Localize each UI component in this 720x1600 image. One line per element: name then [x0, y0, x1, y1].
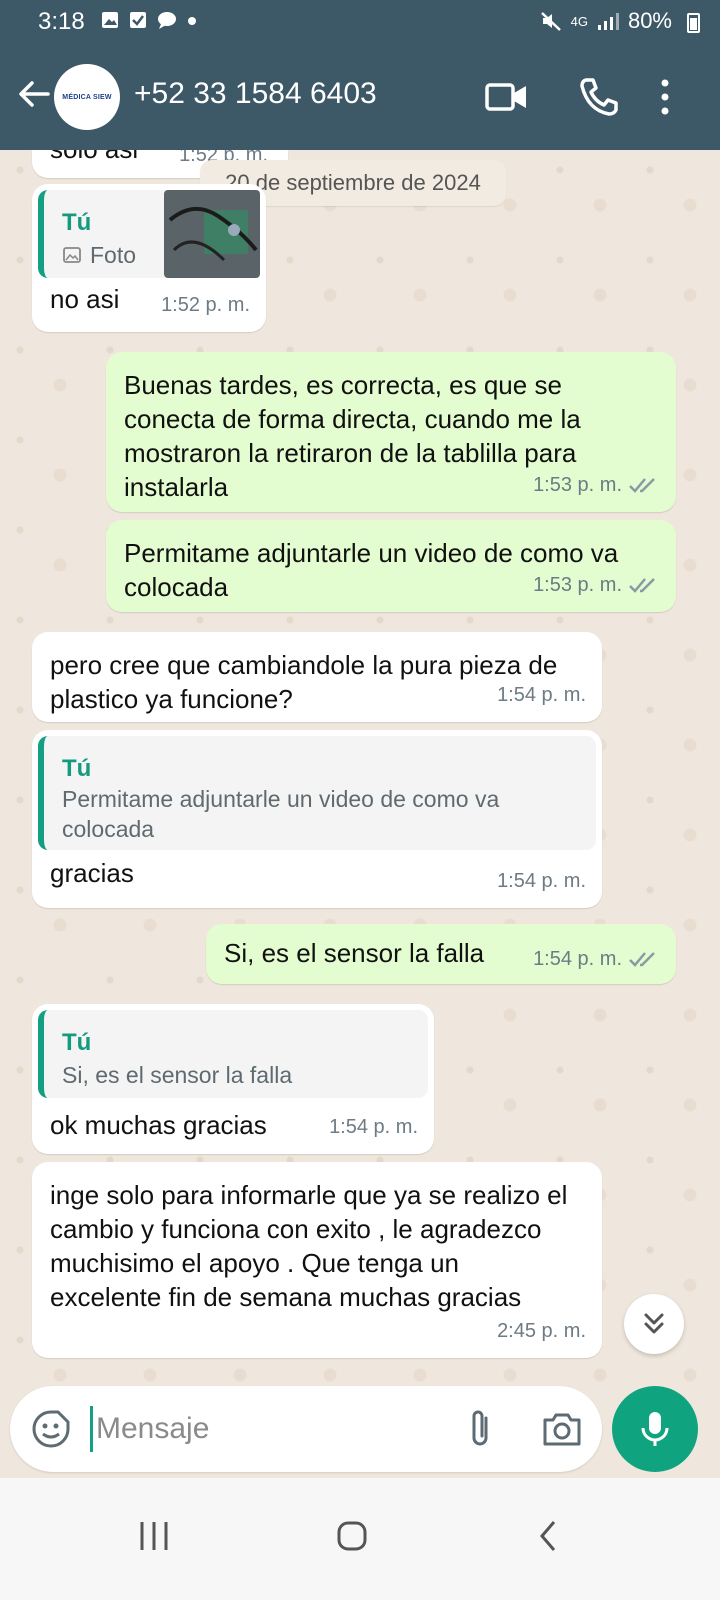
message-bubble-incoming[interactable]: Tú Si, es el sensor la falla ok muchas g… — [32, 1004, 434, 1154]
message-bubble-outgoing[interactable]: Buenas tardes, es correcta, es que se co… — [106, 352, 676, 512]
message-bubble-incoming[interactable]: Tú Foto no asi 1:52 p. m. — [32, 184, 266, 332]
contact-name[interactable]: +52 33 1584 6403 — [134, 77, 377, 111]
message-bubble-outgoing[interactable]: Permitame adjuntarle un video de como va… — [106, 520, 676, 612]
time-label: 2:45 p. m. — [497, 1320, 586, 1342]
quote-author: Tú — [62, 1029, 92, 1056]
time-label: 1:52 p. m. — [161, 294, 250, 316]
time-label: 1:54 p. m. — [497, 684, 586, 706]
video-camera-icon[interactable] — [484, 74, 530, 120]
quote-text: Permitame adjuntarle un video de como va… — [62, 786, 500, 842]
battery-percent: 80% — [627, 8, 672, 33]
message-time: 1:54 p. m. — [533, 942, 660, 976]
quoted-message[interactable]: Tú Permitame adjuntarle un video de como… — [38, 736, 596, 850]
text-cursor — [90, 1406, 93, 1452]
system-nav-bar — [0, 1478, 720, 1600]
signal-icon — [597, 13, 619, 30]
paperclip-icon[interactable] — [460, 1406, 500, 1452]
quote-author: Tú — [62, 209, 92, 236]
time-label: 1:54 p. m. — [533, 948, 622, 970]
message-time: 1:54 p. m. — [497, 678, 586, 712]
double-check-icon — [629, 578, 655, 593]
back-icon[interactable] — [520, 1506, 580, 1566]
quoted-message[interactable]: Tú Si, es el sensor la falla — [38, 1010, 428, 1098]
message-bubble-incoming[interactable]: pero cree que cambiandole la pura pieza … — [32, 632, 602, 722]
double-chevron-down-icon — [644, 1313, 664, 1334]
time-label: 1:54 p. m. — [329, 1116, 418, 1138]
photo-thumbnail[interactable] — [164, 190, 260, 278]
message-time: 2:45 p. m. — [497, 1314, 586, 1348]
notification-icons — [100, 10, 198, 30]
message-composer — [10, 1386, 602, 1472]
battery-icon — [687, 13, 700, 33]
avatar-logo-text: MÉDICA SIEW — [62, 93, 112, 101]
camera-icon[interactable] — [540, 1408, 584, 1450]
message-time: 1:53 p. m. — [533, 568, 660, 602]
time-label: 1:54 p. m. — [497, 870, 586, 892]
message-bubble-incoming[interactable]: Tú Permitame adjuntarle un video de como… — [32, 730, 602, 908]
message-bubble-incoming[interactable]: inge solo para informarle que ya se real… — [32, 1162, 602, 1358]
message-input[interactable] — [96, 1404, 456, 1454]
chat-header: MÉDICA SIEW +52 33 1584 6403 — [0, 44, 720, 150]
time-label: 1:53 p. m. — [533, 574, 622, 596]
dot-icon — [188, 17, 196, 25]
message-list[interactable]: solo asi 1:52 p. m. 20 de septiembre de … — [0, 150, 720, 1414]
message-time: 1:52 p. m. — [161, 288, 250, 322]
image-icon — [63, 247, 81, 263]
message-time: 1:54 p. m. — [329, 1110, 418, 1144]
system-icons: 4G 80% — [539, 8, 672, 34]
quoted-message[interactable]: Tú Foto — [38, 190, 260, 278]
message-time: 1:53 p. m. — [533, 468, 660, 502]
double-check-icon — [629, 478, 655, 493]
status-time: 3:18 — [38, 8, 85, 35]
avatar[interactable]: MÉDICA SIEW — [54, 64, 120, 130]
status-bar: 3:18 4G 80% — [0, 0, 720, 44]
network-type: 4G — [570, 13, 588, 29]
arrow-left-icon[interactable] — [14, 74, 54, 114]
quote-text: Foto — [90, 242, 137, 268]
mute-icon — [540, 12, 561, 31]
sticker-icon[interactable] — [30, 1408, 72, 1450]
time-label: 1:53 p. m. — [533, 474, 622, 496]
quote-text: Si, es el sensor la falla — [62, 1062, 293, 1088]
checkbox-icon — [130, 12, 146, 28]
home-icon[interactable] — [322, 1506, 382, 1566]
message-time: 1:54 p. m. — [497, 864, 586, 898]
message-bubble-outgoing[interactable]: Si, es el sensor la falla 1:54 p. m. — [206, 924, 676, 984]
double-check-icon — [629, 952, 655, 967]
gallery-icon — [102, 12, 118, 28]
more-vertical-icon[interactable] — [656, 74, 702, 120]
microphone-icon — [641, 1412, 669, 1446]
scroll-to-bottom-button[interactable] — [624, 1294, 684, 1354]
quote-author: Tú — [62, 755, 92, 782]
message-text: inge solo para informarle que ya se real… — [50, 1180, 568, 1312]
voice-message-button[interactable] — [612, 1386, 698, 1472]
recent-apps-icon[interactable] — [124, 1506, 184, 1566]
phone-icon[interactable] — [576, 74, 622, 120]
chat-bubble-icon — [158, 12, 176, 29]
